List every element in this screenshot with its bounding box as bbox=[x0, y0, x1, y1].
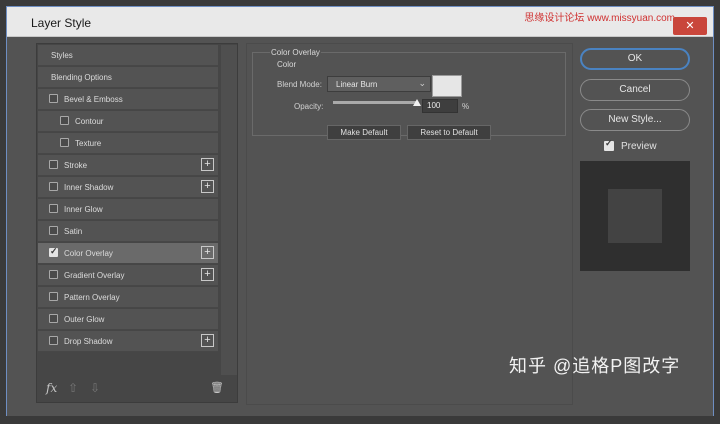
style-item-label: Texture bbox=[75, 139, 102, 148]
title-bar: Layer Style 思缘设计论坛 www.missyuan.com ✕ bbox=[7, 7, 713, 37]
style-item-drop-shadow[interactable]: Drop Shadow + bbox=[38, 331, 218, 352]
style-item-label: Satin bbox=[64, 227, 83, 236]
opacity-slider-thumb[interactable] bbox=[413, 99, 421, 106]
style-item-color-overlay[interactable]: Color Overlay + bbox=[38, 243, 218, 264]
trash-icon[interactable]: 🗑 bbox=[210, 381, 224, 394]
opacity-input[interactable]: 100 bbox=[422, 99, 458, 113]
add-instance-icon[interactable]: + bbox=[201, 180, 214, 193]
ok-button[interactable]: OK bbox=[580, 48, 690, 70]
style-item-stroke[interactable]: Stroke + bbox=[38, 155, 218, 176]
add-instance-icon[interactable]: + bbox=[201, 158, 214, 171]
style-item-styles[interactable]: Styles bbox=[38, 45, 218, 66]
blend-mode-select[interactable]: Linear Burn ⌄ bbox=[327, 76, 431, 92]
style-item-label: Outer Glow bbox=[64, 315, 105, 324]
site-watermark: 思缘设计论坛 www.missyuan.com bbox=[524, 13, 675, 24]
preview-checkbox[interactable] bbox=[604, 138, 614, 151]
style-item-label: Stroke bbox=[64, 161, 88, 170]
opacity-unit: % bbox=[462, 102, 470, 111]
group-title: Color Overlay bbox=[270, 48, 321, 57]
style-item-blending-options[interactable]: Blending Options bbox=[38, 67, 218, 88]
style-item-label: Styles bbox=[51, 51, 73, 60]
fx-icon[interactable]: fx bbox=[46, 381, 57, 395]
make-default-button[interactable]: Make Default bbox=[327, 125, 401, 140]
style-checkbox[interactable] bbox=[49, 246, 58, 257]
style-item-satin[interactable]: Satin bbox=[38, 221, 218, 242]
style-item-pattern-overlay[interactable]: Pattern Overlay bbox=[38, 287, 218, 308]
opacity-label: Opacity: bbox=[294, 102, 324, 111]
style-item-label: Color Overlay bbox=[64, 249, 113, 258]
opacity-slider[interactable] bbox=[333, 101, 417, 104]
style-item-outer-glow[interactable]: Outer Glow bbox=[38, 309, 218, 330]
style-item-label: Drop Shadow bbox=[64, 337, 113, 346]
list-scrollbar[interactable] bbox=[221, 45, 237, 375]
add-instance-icon[interactable]: + bbox=[201, 246, 214, 259]
style-item-label: Bevel & Emboss bbox=[64, 95, 123, 104]
styles-list: Styles Blending Options Bevel & Emboss Cont… bbox=[36, 43, 238, 403]
overlay-color-swatch[interactable] bbox=[432, 75, 462, 97]
color-subtitle: Color bbox=[277, 60, 297, 69]
style-checkbox[interactable] bbox=[49, 204, 58, 213]
new-style-button[interactable]: New Style... bbox=[580, 109, 690, 131]
cancel-button[interactable]: Cancel bbox=[580, 79, 690, 101]
style-checkbox[interactable] bbox=[49, 292, 58, 301]
style-item-contour[interactable]: Contour bbox=[38, 111, 218, 132]
style-checkbox[interactable] bbox=[49, 94, 58, 103]
blend-mode-value: Linear Burn bbox=[336, 80, 378, 89]
style-item-label: Blending Options bbox=[51, 73, 112, 82]
style-item-label: Gradient Overlay bbox=[64, 271, 125, 280]
style-item-gradient-overlay[interactable]: Gradient Overlay + bbox=[38, 265, 218, 286]
style-item-label: Pattern Overlay bbox=[64, 293, 120, 302]
list-bottom-toolbar: fx ⇧ ⇩ 🗑 bbox=[38, 376, 236, 402]
style-checkbox[interactable] bbox=[49, 226, 58, 235]
style-checkbox[interactable] bbox=[60, 116, 69, 125]
style-item-inner-glow[interactable]: Inner Glow bbox=[38, 199, 218, 220]
style-checkbox[interactable] bbox=[49, 182, 58, 191]
style-item-label: Inner Shadow bbox=[64, 183, 114, 192]
blend-mode-label: Blend Mode: bbox=[277, 80, 322, 89]
zhihu-watermark: 知乎 @追格P图改字 bbox=[509, 356, 681, 376]
close-button[interactable]: ✕ bbox=[673, 17, 707, 35]
style-item-texture[interactable]: Texture bbox=[38, 133, 218, 154]
move-down-icon[interactable]: ⇩ bbox=[90, 381, 100, 395]
reset-default-button[interactable]: Reset to Default bbox=[407, 125, 491, 140]
dialog-title: Layer Style bbox=[31, 16, 92, 30]
add-instance-icon[interactable]: + bbox=[201, 334, 214, 347]
style-item-bevel-emboss[interactable]: Bevel & Emboss bbox=[38, 89, 218, 110]
preview-label: Preview bbox=[621, 141, 657, 152]
color-overlay-group bbox=[252, 52, 566, 136]
style-checkbox[interactable] bbox=[60, 138, 69, 147]
style-item-label: Inner Glow bbox=[64, 205, 103, 214]
style-checkbox[interactable] bbox=[49, 270, 58, 279]
add-instance-icon[interactable]: + bbox=[201, 268, 214, 281]
style-item-inner-shadow[interactable]: Inner Shadow + bbox=[38, 177, 218, 198]
style-item-label: Contour bbox=[75, 117, 104, 126]
style-checkbox[interactable] bbox=[49, 314, 58, 323]
move-up-icon[interactable]: ⇧ bbox=[68, 381, 78, 395]
style-checkbox[interactable] bbox=[49, 160, 58, 169]
preview-swatch bbox=[608, 189, 662, 243]
preview-thumbnail bbox=[580, 161, 690, 271]
style-checkbox[interactable] bbox=[49, 336, 58, 345]
chevron-down-icon: ⌄ bbox=[418, 78, 426, 88]
